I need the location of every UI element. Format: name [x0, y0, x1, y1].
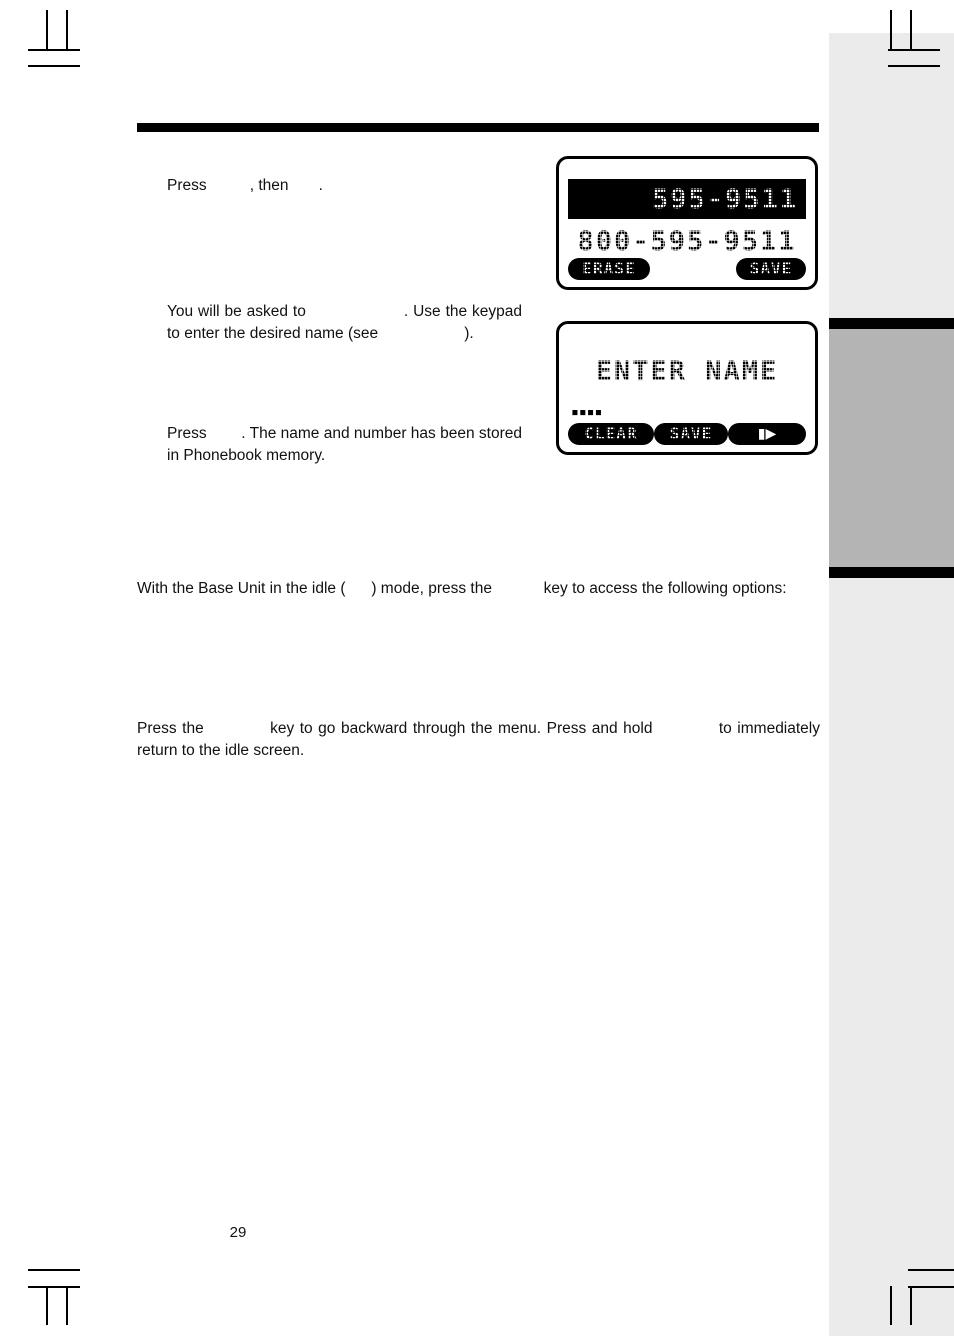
paragraph-enter-name-gap-1 [306, 303, 404, 320]
lcd-softkey-next[interactable]: ▮▶ [728, 423, 806, 445]
crop-mark-top-right-h1 [888, 49, 940, 51]
right-margin-strip [829, 33, 954, 1336]
paragraph-press-save-middle: , then [249, 177, 289, 194]
margin-rule-bottom [829, 567, 954, 578]
page-number-value: 29 [229, 1224, 247, 1241]
crop-mark-top-left-h2 [28, 65, 80, 67]
crop-mark-bottom-left-h1 [28, 1269, 80, 1271]
lcd-plain-number-row: 800-595-9511 [568, 221, 806, 261]
paragraph-idle-mode-gap-1 [346, 580, 372, 597]
paragraph-enter-name-line1-after: . Use the [403, 303, 468, 320]
manual-page: Press , then . You will be asked to . Us… [0, 0, 954, 1336]
crop-mark-bottom-right-v1 [890, 1286, 892, 1325]
crop-mark-top-left-v2 [66, 10, 68, 49]
section-header-rule [137, 123, 819, 132]
paragraph-press-save-gap-1 [207, 175, 250, 197]
lcd-softkey-row-1: ERASE SAVE [568, 258, 806, 280]
margin-tab-block [829, 329, 954, 567]
paragraph-stored-gap-1 [207, 425, 242, 442]
paragraph-stored-before: Press [167, 425, 207, 442]
crop-mark-top-left-v1 [46, 10, 48, 49]
lcd-cursor-marker: ▪▪▪▪ [571, 405, 603, 420]
lcd-enter-name-title: ENTER NAME [595, 355, 779, 387]
lcd-softkey-erase[interactable]: ERASE [568, 258, 650, 280]
lcd-softkey-erase-label: ERASE [582, 259, 636, 278]
lcd-plain-number: 800-595-9511 [577, 225, 797, 257]
lcd-screen-caller-id-review: 595-9511 800-595-9511 ERASE SAVE [556, 156, 818, 290]
lcd-softkey-clear[interactable]: CLEAR [568, 423, 654, 445]
lcd-softkey-row-2: CLEAR SAVE ▮▶ [568, 423, 806, 445]
paragraph-stored: Press . The name and number has been sto… [167, 423, 522, 467]
paragraph-idle-mode-gap-2 [492, 580, 544, 597]
paragraph-enter-name: You will be asked to . Use the keypad to… [167, 301, 522, 345]
paragraph-enter-name-line3-after: ). [464, 325, 474, 342]
paragraph-backward-gap-2 [652, 720, 718, 737]
lcd-softkey-save-2[interactable]: SAVE [654, 423, 728, 445]
crop-mark-bottom-left-h2 [28, 1286, 80, 1288]
paragraph-enter-name-line1-before: You will be asked to [167, 303, 306, 320]
crop-mark-top-left-h1 [28, 49, 80, 51]
paragraph-idle-mode-middle: ) mode, press the [371, 580, 492, 597]
right-arrow-icon: ▮▶ [757, 426, 777, 442]
lcd-softkey-clear-label: CLEAR [584, 424, 638, 443]
lcd-title-row: ENTER NAME [559, 350, 815, 392]
crop-mark-top-right-h2 [888, 65, 940, 67]
crop-mark-top-right-v1 [890, 10, 892, 49]
paragraph-backward-gap-1 [204, 720, 270, 737]
lcd-softkey-save-2-label: SAVE [669, 424, 713, 443]
paragraph-enter-name-gap-2 [378, 325, 464, 342]
crop-mark-bottom-right-h1 [908, 1269, 954, 1271]
margin-rule-top [829, 318, 954, 329]
crop-mark-bottom-left-v1 [46, 1286, 48, 1325]
paragraph-press-save-before: Press [167, 177, 207, 194]
page-number: 29 [0, 1224, 954, 1241]
paragraph-press-save-gap-2 [288, 175, 318, 197]
paragraph-idle-mode: With the Base Unit in the idle ( ) mode,… [137, 578, 820, 600]
lcd-softkey-save[interactable]: SAVE [736, 258, 806, 280]
paragraph-backward-before: Press the [137, 720, 204, 737]
paragraph-idle-mode-before: With the Base Unit in the idle ( [137, 580, 346, 597]
lcd-highlighted-number: 595-9511 [651, 183, 798, 215]
crop-mark-bottom-right-v2 [910, 1286, 912, 1325]
crop-mark-bottom-right-h2 [908, 1286, 954, 1288]
lcd-screen-enter-name: ENTER NAME ▪▪▪▪ CLEAR SAVE ▮▶ [556, 321, 818, 455]
paragraph-press-save: Press , then . [167, 175, 527, 197]
paragraph-backward-middle: key to go backward through the menu. Pre… [270, 720, 653, 737]
lcd-softkey-save-label: SAVE [749, 259, 793, 278]
paragraph-backward: Press the key to go backward through the… [137, 718, 820, 762]
paragraph-idle-mode-after: key to access the following options: [543, 580, 787, 597]
crop-mark-top-right-v2 [910, 10, 912, 49]
paragraph-press-save-after: . [318, 177, 323, 194]
lcd-highlighted-number-row: 595-9511 [568, 179, 806, 219]
crop-mark-bottom-left-v2 [66, 1286, 68, 1325]
